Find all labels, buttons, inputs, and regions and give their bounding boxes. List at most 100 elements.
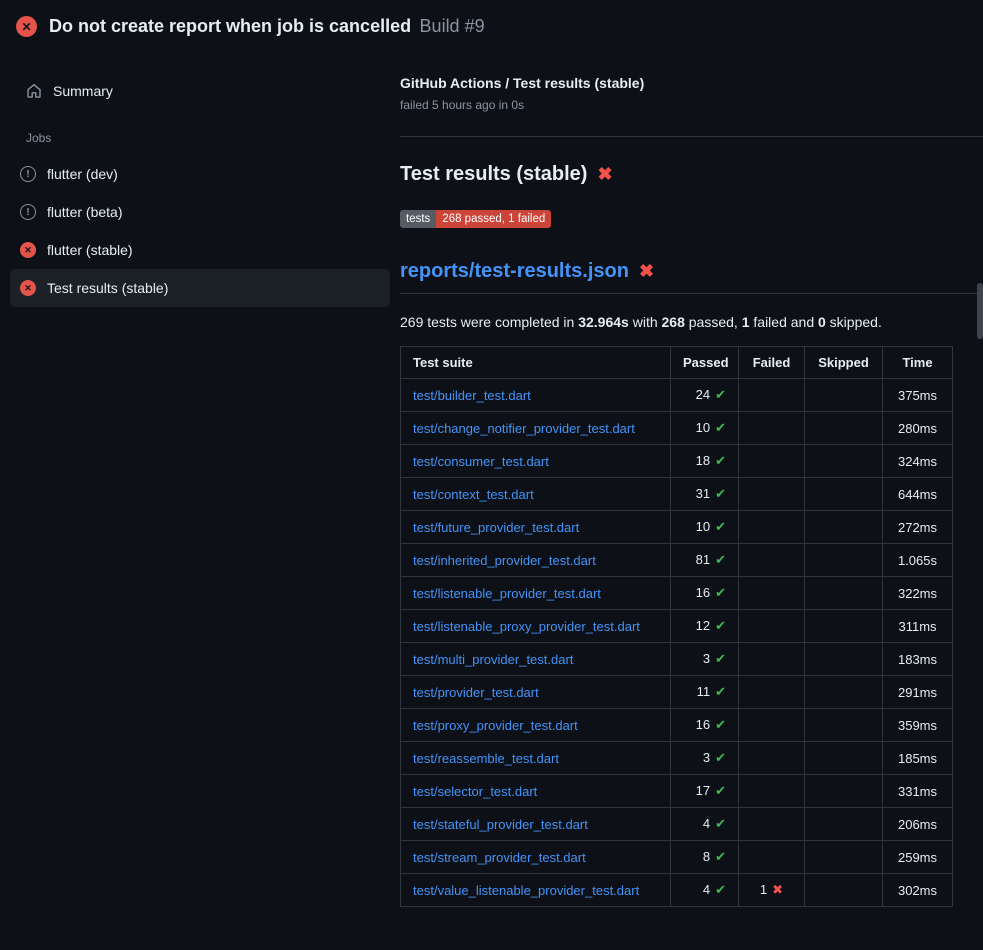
skipped-cell	[805, 412, 883, 445]
cancelled-icon: !	[20, 166, 36, 182]
table-row: test/listenable_provider_test.dart 16✔ 322…	[401, 577, 953, 610]
scrollbar-thumb[interactable]	[977, 283, 983, 339]
test-suite-link[interactable]: test/reassemble_test.dart	[413, 751, 559, 766]
run-title: Do not create report when job is cancell…	[49, 16, 411, 36]
time-cell: 206ms	[883, 808, 953, 841]
failed-status-icon: ✕	[16, 16, 37, 37]
home-icon	[26, 83, 42, 99]
summary-failed-count: 1	[742, 314, 750, 330]
time-cell: 322ms	[883, 577, 953, 610]
skipped-cell	[805, 643, 883, 676]
time-cell: 185ms	[883, 742, 953, 775]
passed-count: 8	[703, 849, 710, 864]
failed-x-icon: ✖	[597, 164, 612, 185]
skipped-cell	[805, 874, 883, 907]
job-label: flutter (stable)	[47, 242, 133, 258]
test-suite-link[interactable]: test/builder_test.dart	[413, 388, 531, 403]
passed-cell: 16✔	[671, 577, 739, 610]
time-cell: 183ms	[883, 643, 953, 676]
test-suite-link[interactable]: test/provider_test.dart	[413, 685, 539, 700]
failed-cell	[739, 412, 805, 445]
skipped-cell	[805, 610, 883, 643]
test-suite-cell: test/listenable_provider_test.dart	[401, 577, 671, 610]
summary-passed-count: 268	[662, 314, 685, 330]
failed-cell: 1✖	[739, 874, 805, 907]
check-icon: ✔	[715, 453, 726, 468]
check-icon: ✔	[715, 684, 726, 699]
tests-badge: tests 268 passed, 1 failed	[400, 210, 551, 228]
test-suite-link[interactable]: test/listenable_proxy_provider_test.dart	[413, 619, 640, 634]
failed-cell	[739, 841, 805, 874]
table-row: test/provider_test.dart11✔291ms	[401, 676, 953, 709]
summary-text: skipped.	[826, 314, 882, 330]
sidebar-job-item[interactable]: !flutter (beta)	[10, 193, 390, 231]
passed-count: 3	[703, 750, 710, 765]
test-suite-link[interactable]: test/inherited_provider_test.dart	[413, 553, 596, 568]
passed-count: 4	[703, 816, 710, 831]
test-suite-cell: test/provider_test.dart	[401, 676, 671, 709]
passed-cell: 12✔	[671, 610, 739, 643]
failed-cell	[739, 775, 805, 808]
time-cell: 644ms	[883, 478, 953, 511]
test-suite-link[interactable]: test/multi_provider_test.dart	[413, 652, 573, 667]
main-content: GitHub Actions / Test results (stable) f…	[400, 49, 983, 907]
passed-count: 18	[696, 453, 710, 468]
skipped-cell	[805, 676, 883, 709]
test-suite-link[interactable]: test/stateful_provider_test.dart	[413, 817, 588, 832]
time-cell: 324ms	[883, 445, 953, 478]
sidebar-job-item[interactable]: ✕Test results (stable)	[10, 269, 390, 307]
col-header-failed: Failed	[739, 347, 805, 379]
table-row: test/value_listenable_provider_test.dart…	[401, 874, 953, 907]
skipped-cell	[805, 808, 883, 841]
test-suite-link[interactable]: test/change_notifier_provider_test.dart	[413, 421, 635, 436]
col-header-skipped: Skipped	[805, 347, 883, 379]
test-suite-link[interactable]: test/selector_test.dart	[413, 784, 537, 799]
sidebar-job-item[interactable]: ✕flutter (stable)	[10, 231, 390, 269]
col-header-time: Time	[883, 347, 953, 379]
test-suite-link[interactable]: test/stream_provider_test.dart	[413, 850, 586, 865]
test-suite-link[interactable]: test/future_provider_test.dart	[413, 520, 579, 535]
page-title: Do not create report when job is cancell…	[49, 16, 485, 37]
failed-cell	[739, 544, 805, 577]
skipped-cell	[805, 709, 883, 742]
test-suite-link[interactable]: test/listenable_provider_test.dart	[413, 586, 601, 601]
passed-cell: 17✔	[671, 775, 739, 808]
job-label: flutter (dev)	[47, 166, 118, 182]
badge-value: 268 passed, 1 failed	[436, 210, 551, 228]
passed-count: 16	[696, 585, 710, 600]
failed-cell	[739, 610, 805, 643]
table-row: test/builder_test.dart24✔375ms	[401, 379, 953, 412]
failed-cell	[739, 742, 805, 775]
skipped-cell	[805, 379, 883, 412]
test-suite-cell: test/stream_provider_test.dart	[401, 841, 671, 874]
col-header-test-suite: Test suite	[401, 347, 671, 379]
summary-text: failed and	[750, 314, 819, 330]
passed-cell: 81✔	[671, 544, 739, 577]
failed-cell	[739, 808, 805, 841]
check-icon: ✔	[715, 849, 726, 864]
test-suite-cell: test/consumer_test.dart	[401, 445, 671, 478]
report-link[interactable]: reports/test-results.json	[400, 260, 629, 283]
sidebar-job-item[interactable]: ! flutter (dev)	[10, 155, 390, 193]
failed-cell	[739, 379, 805, 412]
test-suite-link[interactable]: test/proxy_provider_test.dart	[413, 718, 578, 733]
skipped-cell	[805, 577, 883, 610]
test-suite-link[interactable]: test/consumer_test.dart	[413, 454, 549, 469]
test-suite-link[interactable]: test/value_listenable_provider_test.dart	[413, 883, 639, 898]
test-suite-cell: test/listenable_proxy_provider_test.dart	[401, 610, 671, 643]
passed-cell: 8✔	[671, 841, 739, 874]
table-row: test/reassemble_test.dart 3 ✔ 185ms	[401, 742, 953, 775]
col-header-passed: Passed	[671, 347, 739, 379]
sidebar-jobs-list: !flutter (dev)!flutter (beta)✕flutter (s…	[16, 155, 384, 307]
passed-cell: 31✔	[671, 478, 739, 511]
skipped-cell	[805, 775, 883, 808]
failed-cell	[739, 709, 805, 742]
failed-cell	[739, 676, 805, 709]
test-suite-link[interactable]: test/context_test.dart	[413, 487, 534, 502]
failed-count: 1	[760, 882, 767, 897]
sidebar-item-summary[interactable]: Summary	[16, 75, 384, 107]
time-cell: 302ms	[883, 874, 953, 907]
time-cell: 1.065s	[883, 544, 953, 577]
skipped-cell	[805, 841, 883, 874]
check-icon: ✔	[715, 750, 726, 765]
